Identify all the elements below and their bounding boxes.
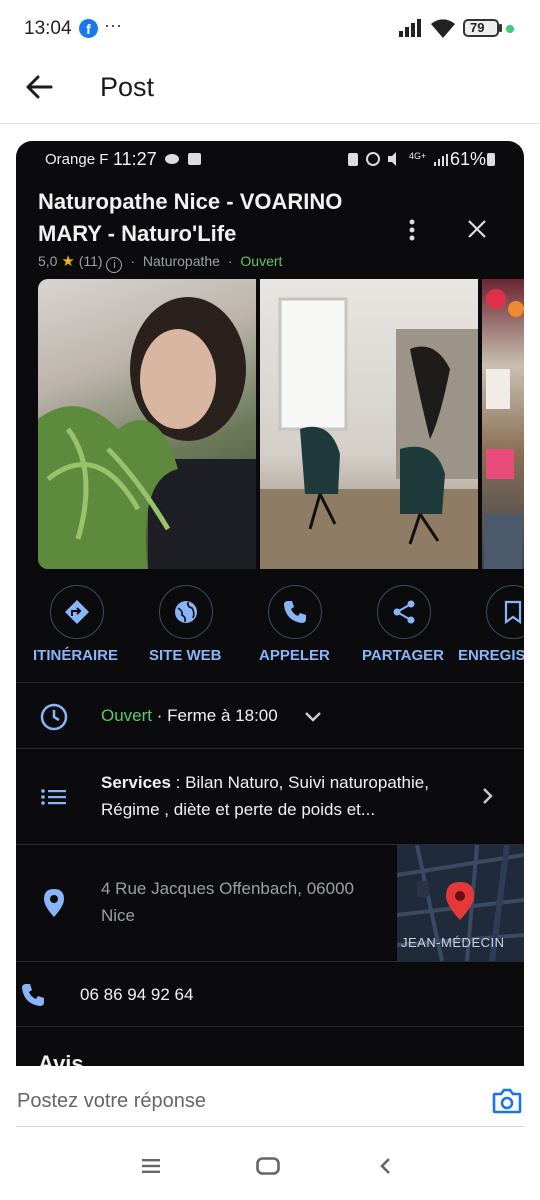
hours-closing: · Ferme à 18:00 (152, 706, 278, 725)
services-row[interactable]: Services : Bilan Naturo, Suivi naturopat… (16, 749, 524, 844)
place-name-line2: MARY - Naturo'Life (38, 221, 237, 246)
status-time: 13:04 (24, 18, 72, 39)
list-icon (41, 789, 67, 810)
close-icon[interactable] (467, 219, 487, 244)
phone-number: 06 86 94 92 64 (80, 985, 194, 1004)
place-meta-row: 5,0 ★ (11) i · Naturopathe · Ouvert (38, 252, 282, 273)
rating-value: 5,0 (38, 253, 58, 269)
address-line1: 4 Rue Jacques Offenbach, 06000 (101, 879, 354, 898)
clock-icon (40, 703, 68, 736)
star-icon: ★ (61, 253, 75, 270)
cellular-signal-icon (398, 18, 422, 43)
app-bar: Post (0, 58, 540, 124)
call-label[interactable]: APPELER (259, 647, 330, 664)
meta-separator: · (130, 253, 136, 269)
divider (16, 1026, 524, 1027)
battery-level: 79 (470, 20, 485, 35)
meta-separator: · (227, 253, 233, 269)
more-notifications-label: ··· (104, 15, 122, 35)
camera-icon[interactable] (492, 1087, 522, 1120)
photo-office[interactable] (260, 279, 478, 569)
battery-tip-icon (499, 24, 502, 32)
map-district-label: JEAN-MÉDECIN (401, 935, 505, 950)
save-button[interactable] (486, 585, 524, 639)
reply-bar: Postez votre réponse (0, 1066, 540, 1200)
directions-label[interactable]: ITINÉRAIRE (33, 647, 118, 664)
share-label[interactable]: PARTAGER (362, 647, 444, 664)
battery-icon: 79 (463, 19, 499, 37)
info-icon[interactable]: i (106, 257, 123, 273)
wifi-icon (430, 17, 456, 44)
hours-row[interactable]: Ouvert · Ferme à 18:00 (16, 683, 524, 748)
inner-time: 11:27 (113, 149, 157, 169)
directions-button[interactable] (50, 585, 104, 639)
bookmark-icon (504, 600, 522, 625)
website-label[interactable]: SITE WEB (149, 647, 222, 664)
status-bar: 13:04 f ··· 79 (0, 0, 540, 58)
facebook-icon: f (79, 19, 98, 38)
photo-portrait[interactable] (38, 279, 256, 569)
inner-notification-icons (164, 151, 204, 172)
address-line2: Nice (101, 906, 136, 925)
map-thumbnail[interactable]: JEAN-MÉDECIN (397, 845, 524, 961)
post-image[interactable]: Orange F 11:27 4G+ 61% Naturopathe Nice … (16, 141, 524, 1071)
share-button[interactable] (377, 585, 431, 639)
phone-icon (284, 601, 306, 623)
chevron-down-icon[interactable] (304, 710, 322, 728)
home-icon[interactable] (256, 1157, 280, 1180)
services-text1: : Bilan Naturo, Suivi naturopathie, (170, 773, 429, 792)
inner-carrier: Orange F (45, 151, 109, 168)
inner-battery-percent: 61% (450, 149, 487, 169)
phone-icon (20, 982, 46, 1013)
inner-signal-icon (434, 153, 448, 171)
photo-products[interactable] (482, 279, 524, 569)
website-button[interactable] (159, 585, 213, 639)
reply-input[interactable]: Postez votre réponse (17, 1090, 467, 1113)
directions-icon (65, 600, 89, 624)
location-pin-icon (43, 888, 65, 923)
open-status: Ouvert (240, 253, 283, 269)
globe-icon (175, 601, 197, 623)
services-label: Services (101, 773, 171, 792)
back-nav-icon[interactable] (379, 1157, 391, 1180)
place-name-line1: Naturopathe Nice - VOARINO (38, 189, 343, 214)
services-line1: Services : Bilan Naturo, Suivi naturopat… (101, 773, 429, 793)
address-row[interactable]: 4 Rue Jacques Offenbach, 06000 Nice JEAN… (16, 845, 524, 961)
more-options-icon[interactable] (409, 219, 415, 246)
hours-text: Ouvert · Ferme à 18:00 (101, 706, 278, 726)
save-label[interactable]: ENREGIS (458, 647, 524, 664)
category-label: Naturopathe (142, 253, 220, 269)
hours-open-status: Ouvert (101, 706, 153, 725)
back-arrow-icon[interactable] (24, 72, 54, 107)
share-icon (393, 600, 415, 624)
review-count: (11) (78, 253, 103, 269)
page-title: Post (100, 72, 155, 102)
reply-divider (16, 1126, 524, 1127)
call-button[interactable] (268, 585, 322, 639)
recent-apps-icon[interactable] (142, 1159, 160, 1178)
inner-network-label: 4G+ (409, 151, 427, 161)
phone-row[interactable]: 06 86 94 92 64 (16, 962, 524, 1026)
active-dot-icon (506, 25, 514, 33)
inner-battery-icon (487, 153, 495, 166)
inner-system-icons (346, 151, 406, 172)
services-line2: Régime , diète et perte de poids et... (101, 800, 376, 819)
chevron-right-icon[interactable] (482, 787, 494, 810)
